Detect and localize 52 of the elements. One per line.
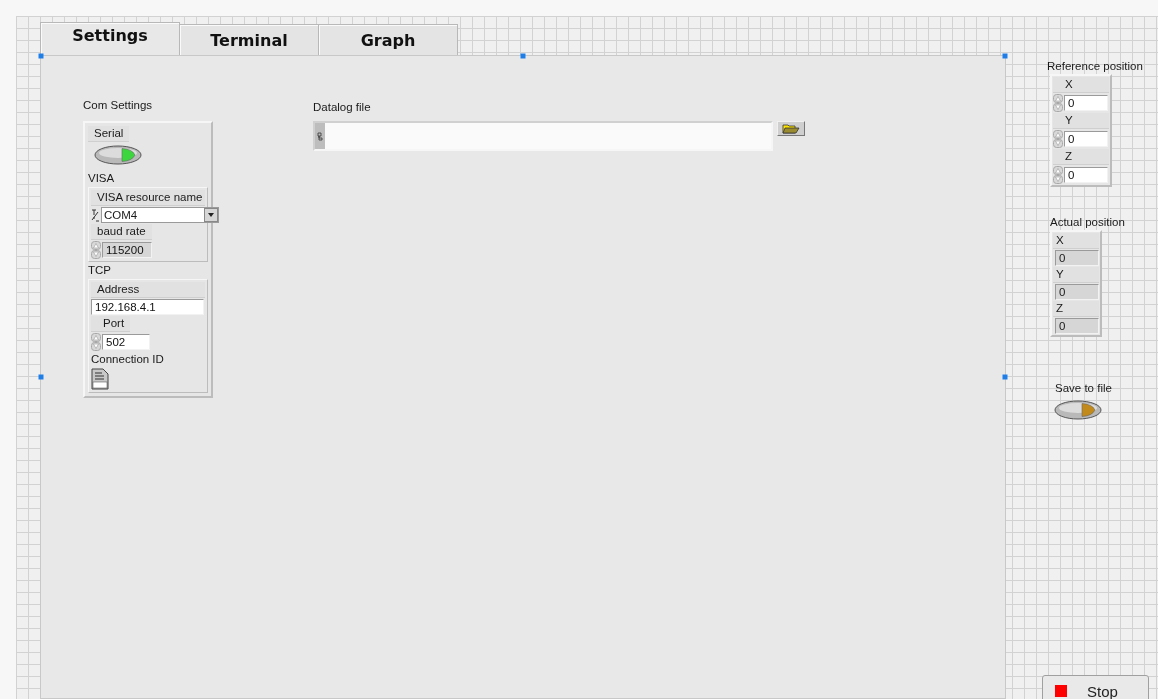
dropdown[interactable]: COM4 [101,207,219,223]
cluster-label: Com Settings [83,98,153,113]
selection-handle[interactable] [520,53,526,59]
increment-decrement-buttons[interactable] [1053,166,1063,184]
control-label: VISA resource name [91,190,205,206]
numeric-field[interactable]: 0 [1064,131,1108,147]
control-label: Address [91,282,205,298]
visa-resource-icon [91,208,100,222]
control-label: X [1053,233,1099,249]
control-label: Datalog file [313,100,371,115]
toggle-switch[interactable] [1054,400,1102,420]
tab[interactable]: Settings [40,22,180,55]
selection-handle[interactable] [38,374,44,380]
numeric-field[interactable]: 502 [102,334,150,350]
path-icon [317,131,323,141]
control-label: Connection ID [91,352,164,367]
folder-icon [782,123,800,134]
position-readout: 0 [1055,284,1099,300]
increment-decrement-buttons[interactable] [1053,130,1063,148]
control-label: baud rate [91,224,152,240]
increment-decrement-buttons[interactable] [1053,94,1063,112]
selection-handle[interactable] [38,53,44,59]
tcp-refnum-icon [91,368,109,390]
control-label: Serial [88,126,130,142]
control-label: Y [1053,267,1099,283]
browse-button[interactable] [777,121,805,136]
cluster-label: Reference position [1047,59,1143,74]
toggle-switch[interactable] [94,145,142,165]
position-readout: 0 [1055,318,1099,334]
position-readout: 0 [1055,250,1099,266]
control-label: Save to file [1055,381,1112,396]
cluster-label: TCP [88,263,111,278]
selection-handle[interactable] [1002,53,1008,59]
selection-handle[interactable] [1002,374,1008,380]
tab[interactable]: Graph [318,24,458,55]
control-label: Port [91,316,131,332]
stop-button[interactable]: Stop [1042,675,1149,699]
control-label: Z [1053,149,1109,165]
dropdown-value: COM4 [103,209,139,221]
cluster-label: Actual position [1050,215,1125,230]
increment-decrement-buttons[interactable] [91,333,101,351]
numeric-field[interactable]: 0 [1064,95,1108,111]
tab[interactable]: Terminal [179,24,319,55]
control-label: X [1053,77,1109,93]
control-label: Y [1053,113,1109,129]
control-label: Z [1053,301,1099,317]
numeric-field[interactable]: 0 [1064,167,1108,183]
string-field[interactable]: 192.168.4.1 [91,299,204,315]
stop-square-icon [1055,685,1067,697]
numeric-field[interactable]: 115200 [102,242,152,258]
increment-decrement-buttons[interactable] [91,241,101,259]
cluster-label: VISA [88,171,115,186]
